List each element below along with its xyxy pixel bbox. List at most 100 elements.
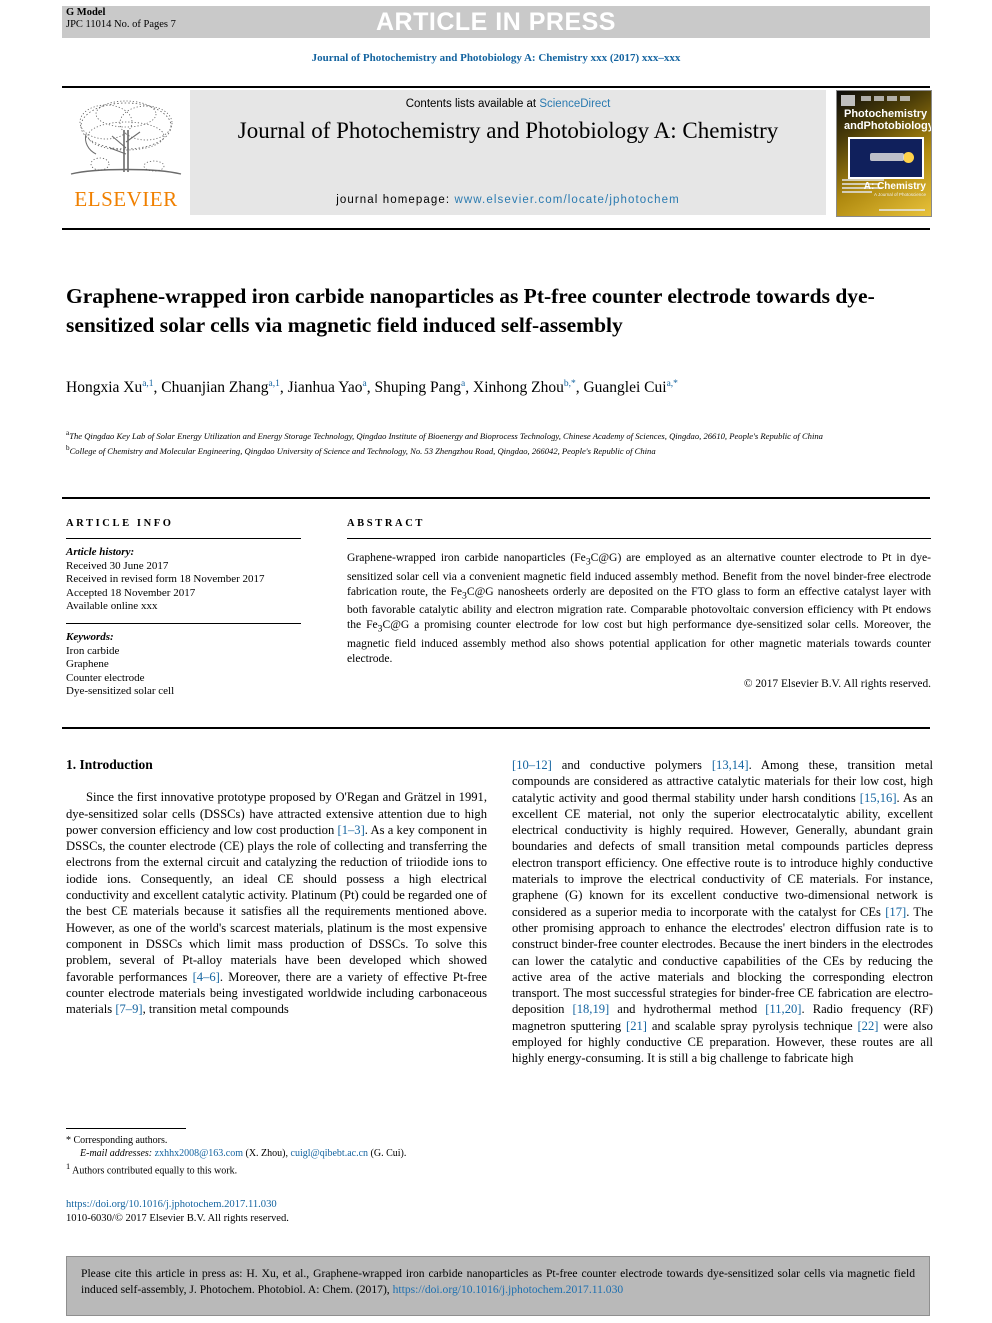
author-name: Xinhong Zhou: [473, 379, 564, 397]
author-affiliation-marker: a,1: [142, 379, 154, 389]
abstract-heading: ABSTRACT: [347, 518, 425, 529]
email-link-cui[interactable]: cuigl@qibebt.ac.cn: [291, 1148, 369, 1159]
article-history-block: Article history: Received 30 June 2017 Re…: [66, 546, 311, 614]
g-model-pages: JPC 11014 No. of Pages 7: [66, 19, 176, 30]
email-addresses-label: E-mail addresses:: [80, 1148, 153, 1160]
intro-paragraph-right: [10–12] and conductive polymers [13,14].…: [512, 758, 933, 1066]
citation-reference[interactable]: [18,19]: [573, 1002, 610, 1016]
cover-top-strip: [843, 96, 925, 104]
author-affiliation-marker: a,*: [666, 379, 678, 389]
chemical-formula: Fe3C@G: [366, 618, 410, 635]
cover-arrow-icon: [870, 153, 904, 161]
cover-title-line2: andPhotobiology: [844, 119, 932, 132]
affiliation-marker: b: [66, 443, 70, 452]
citation-reference[interactable]: [21]: [626, 1019, 647, 1033]
cite-this-article-box: Please cite this article in press as: H.…: [66, 1256, 930, 1316]
cover-subtitle: A Journal of Photoscience: [873, 192, 926, 197]
abstract-bottom-rule: [62, 727, 930, 729]
cover-sun-icon: [903, 152, 914, 163]
article-in-press-label: ARTICLE IN PRESS: [376, 8, 616, 36]
cover-title: Photochemistry andPhotobiology: [844, 108, 932, 132]
footnote-equal-contribution: 1 Authors contributed equally to this wo…: [66, 1160, 487, 1178]
journal-title: Journal of Photochemistry and Photobiolo…: [237, 118, 779, 143]
g-model-label: G Model: [66, 7, 106, 18]
keywords-label: Keywords:: [66, 630, 114, 643]
body-column-left: 1. Introduction Since the first innovati…: [66, 757, 487, 1017]
contents-prefix: Contents lists available at: [405, 98, 540, 110]
cover-bottom-strip: [879, 209, 925, 211]
footnotes-block: * Corresponding authors. E-mail addresse…: [66, 1128, 487, 1178]
sciencedirect-link[interactable]: ScienceDirect: [539, 98, 610, 110]
page-title: Graphene-wrapped iron carbide nanopartic…: [66, 284, 875, 338]
abstract-copyright: © 2017 Elsevier B.V. All rights reserved…: [743, 678, 931, 691]
footnote-corresponding: * Corresponding authors. E-mail addresse…: [66, 1135, 407, 1160]
email-owner-zhou: (X. Zhou): [245, 1148, 286, 1160]
doi-block: https://doi.org/10.1016/j.jphotochem.201…: [66, 1198, 487, 1226]
cite-doi-link[interactable]: https://doi.org/10.1016/j.jphotochem.201…: [393, 1283, 624, 1296]
author-affiliation-marker: a: [362, 379, 367, 389]
cite-text: Please cite this article in press as: H.…: [81, 1266, 915, 1297]
intro-paragraph-left: Since the first innovative prototype pro…: [66, 790, 487, 1017]
citation-reference[interactable]: [4–6]: [193, 970, 220, 984]
elsevier-tree-icon: [70, 100, 182, 175]
citation-reference[interactable]: [11,20]: [765, 1002, 801, 1016]
body-column-right: [10–12] and conductive polymers [13,14].…: [512, 757, 933, 1067]
elsevier-logo: ELSEVIER: [66, 92, 186, 214]
keywords-block: Keywords: Iron carbide Graphene Counter el…: [66, 631, 311, 699]
footnote-rule: [66, 1128, 186, 1129]
email-owner-cui: (G. Cui).: [370, 1148, 407, 1160]
doi-link[interactable]: https://doi.org/10.1016/j.jphotochem.201…: [66, 1198, 487, 1212]
article-history-item: Accepted 18 November 2017: [66, 586, 196, 599]
chemical-formula: Fe3C@G: [574, 551, 618, 568]
g-model-block: G Model JPC 11014 No. of Pages 7: [66, 7, 176, 31]
homepage-url-link[interactable]: www.elsevier.com/locate/jphotochem: [454, 194, 679, 206]
keyword-item: Dye-sensitized solar cell: [66, 685, 175, 698]
citation-reference[interactable]: [13,14]: [712, 758, 749, 772]
article-history-item: Received in revised form 18 November 201…: [66, 573, 265, 586]
citation-reference[interactable]: [22]: [857, 1019, 878, 1033]
keyword-item: Graphene: [66, 658, 109, 671]
article-history-item: Received 30 June 2017: [66, 559, 169, 572]
masthead-bottom-rule: [62, 228, 930, 230]
article-history-item: Available online xxx: [66, 600, 158, 613]
citation-reference[interactable]: [15,16]: [860, 791, 897, 805]
chemical-formula: Fe3C@G: [450, 584, 494, 601]
journal-masthead: Contents lists available at ScienceDirec…: [190, 90, 826, 215]
homepage-prefix: journal homepage:: [336, 194, 455, 206]
footnote-marker-1: 1: [66, 1162, 71, 1172]
author-name: Shuping Pang: [374, 379, 462, 397]
article-info-heading: ARTICLE INFO: [66, 518, 174, 529]
affiliation-item: aThe Qingdao Key Lab of Solar Energy Uti…: [66, 429, 823, 441]
citation-reference[interactable]: [17]: [885, 905, 906, 919]
abstract-rule: [347, 538, 931, 539]
footnote-corresponding-text: Corresponding authors.: [73, 1135, 168, 1146]
cover-top-dots: [861, 96, 925, 101]
footnote-equal-contribution-text: Authors contributed equally to this work…: [72, 1165, 238, 1177]
journal-running-head: Journal of Photochemistry and Photobiolo…: [311, 52, 681, 64]
article-in-press-banner: ARTICLE IN PRESS: [62, 6, 930, 38]
keyword-item: Iron carbide: [66, 644, 120, 657]
abstract-column: ABSTRACT Graphene-wrapped iron carbide n…: [347, 518, 931, 690]
contents-available-line: Contents lists available at ScienceDirec…: [190, 98, 826, 110]
article-history-label: Article history:: [66, 546, 135, 558]
email-link-zhou[interactable]: zxhhx2008@163.com: [155, 1148, 243, 1159]
keyword-item: Counter electrode: [66, 671, 145, 684]
author-name: Chuanjian Zhang: [161, 379, 269, 397]
citation-reference[interactable]: [1–3]: [338, 823, 365, 837]
citation-reference[interactable]: [10–12]: [512, 758, 552, 772]
elsevier-wordmark: ELSEVIER: [74, 187, 178, 211]
article-info-rule-2: [66, 622, 301, 624]
article-info-top-rule: [62, 497, 930, 499]
author-affiliation-marker: a,1: [268, 379, 280, 389]
affiliation-marker: a: [66, 429, 70, 437]
abstract-text: Graphene-wrapped iron carbide nanopartic…: [347, 551, 932, 665]
asterisk-icon: *: [66, 1135, 71, 1146]
cover-title-line1: Photochemistry: [844, 108, 928, 120]
section-heading-introduction: 1. Introduction: [66, 757, 153, 772]
article-info-rule-1: [66, 538, 301, 539]
journal-cover-thumbnail: Photochemistry andPhotobiology A: Chemis…: [836, 90, 932, 217]
author-name: Guanglei Cui: [583, 379, 667, 397]
citation-reference[interactable]: [7–9]: [115, 1002, 142, 1016]
journal-homepage-line: journal homepage: www.elsevier.com/locat…: [190, 194, 826, 206]
author-affiliation-marker: a: [461, 379, 466, 389]
